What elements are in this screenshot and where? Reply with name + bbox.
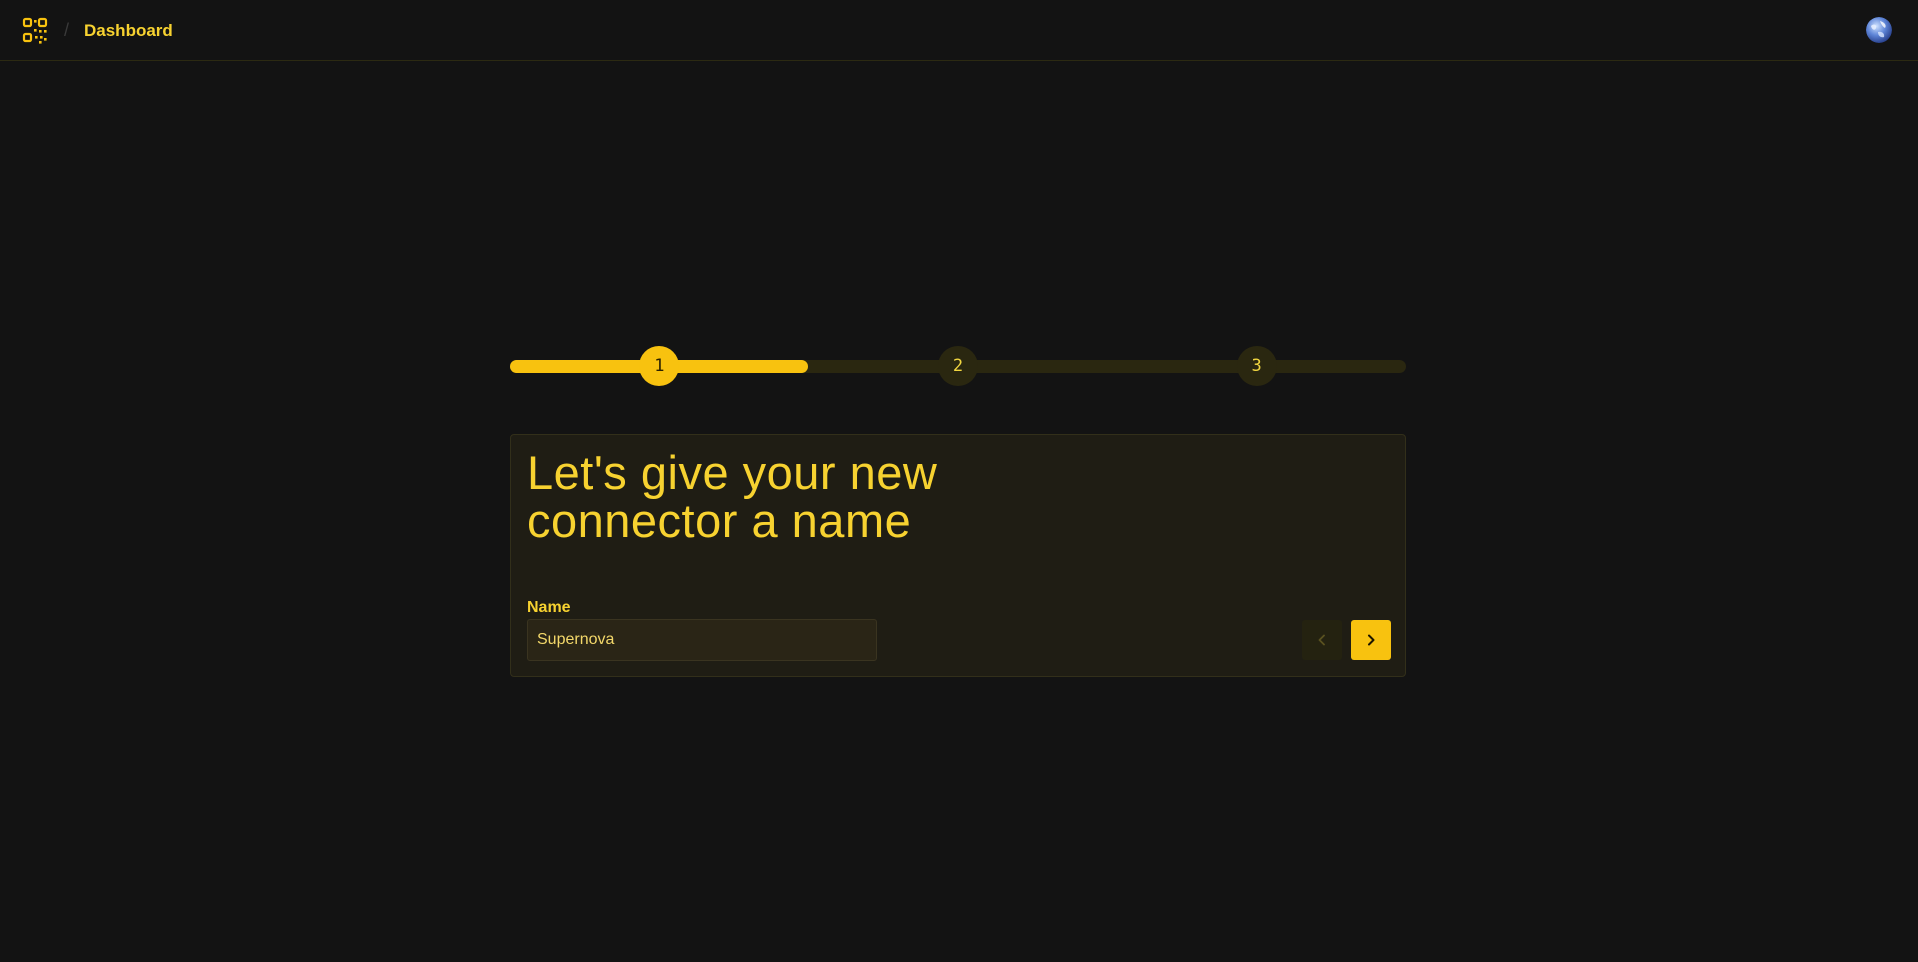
- breadcrumb-separator: /: [64, 20, 70, 40]
- chevron-right-icon: [1368, 634, 1375, 646]
- step-3-indicator[interactable]: 3: [1236, 346, 1277, 386]
- connector-name-card: Let's give your new connector a name Nam…: [510, 434, 1406, 677]
- wizard-stepper: 1 2 3: [510, 346, 1406, 386]
- step-2-indicator[interactable]: 2: [938, 346, 978, 386]
- globe-avatar-icon[interactable]: [1866, 17, 1892, 43]
- breadcrumb-dashboard-link[interactable]: Dashboard: [84, 20, 173, 42]
- name-field-label: Name: [527, 599, 571, 616]
- chevron-left-icon: [1318, 634, 1325, 646]
- top-navigation-bar: / Dashboard: [0, 0, 1918, 61]
- step-1-indicator[interactable]: 1: [639, 346, 680, 386]
- next-step-button[interactable]: [1351, 620, 1391, 660]
- previous-step-button[interactable]: [1302, 620, 1342, 660]
- qr-grid-logo-icon[interactable]: [22, 17, 50, 45]
- page-title: Let's give your new connector a name: [527, 446, 938, 547]
- name-input[interactable]: [527, 619, 877, 661]
